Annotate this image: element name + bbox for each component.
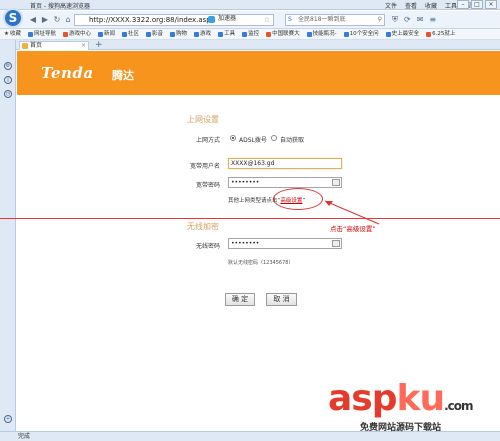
browser-logo[interactable]: S: [3, 8, 23, 28]
menu-favorites[interactable]: 收藏: [425, 1, 437, 10]
radio-adsl[interactable]: [230, 135, 236, 141]
tenda-logo-cn: 腾达: [112, 69, 134, 82]
page-icon: [22, 43, 28, 49]
watermark-logo: aspku.com: [328, 378, 474, 419]
internet-section-title: 上网设置: [187, 115, 219, 124]
search-input[interactable]: S 全民818一瞬到底 ⚲: [285, 14, 385, 26]
username-field[interactable]: XXXX@163.gd: [228, 158, 342, 169]
wireless-password-field[interactable]: ••••••••: [228, 238, 342, 249]
title-bar: 首页 - 搜狗高速浏览器 文件 查看 收藏 工具 帮助 – □ ×: [0, 0, 500, 10]
annotation-text: 点击“高级设置”: [330, 225, 376, 233]
sidebar-clock-icon[interactable]: ◷: [4, 90, 12, 98]
star-icon: ★: [4, 30, 9, 37]
mode-label: 上网方式: [195, 137, 220, 144]
arrow-line: [324, 200, 380, 225]
url-input[interactable]: http://XXXX.3322.org:88/index.asp ☆: [74, 14, 274, 26]
wireless-section-title: 无线加密: [187, 222, 219, 231]
radio-auto-label: 自动获取: [280, 137, 305, 144]
favorites-bar: ★ 收藏 网址导航 游戏中心 新闻 社区 影音 购物 游戏 工具 监控 中国联赛大…: [0, 29, 500, 40]
watermark-subtitle: 免费网站源码下载站: [360, 423, 442, 433]
status-text: 完成: [18, 433, 31, 440]
tenda-header: Tenda 腾达: [17, 51, 500, 95]
close-tab-icon[interactable]: ×: [81, 42, 86, 50]
back-icon[interactable]: ◀: [28, 15, 38, 25]
favorite-item[interactable]: 游戏: [194, 29, 211, 39]
favorite-item[interactable]: 6.25就上: [426, 29, 455, 39]
close-button[interactable]: ×: [485, 0, 497, 9]
url-text: http://XXXX.3322.org:88/index.asp: [89, 16, 211, 24]
wireless-pass-label: 无线密码: [195, 243, 220, 250]
favorite-item[interactable]: 监控: [242, 29, 259, 39]
tab-label: 首页: [30, 42, 43, 49]
new-tab-button[interactable]: +: [95, 40, 103, 50]
keyboard-icon[interactable]: [332, 179, 340, 186]
window-controls: – □ ×: [457, 0, 497, 9]
ok-button[interactable]: 确 定: [225, 293, 255, 306]
window-title: 首页 - 搜狗高速浏览器: [30, 3, 90, 10]
search-placeholder: 全民818一瞬到底: [298, 16, 346, 23]
keyboard-icon[interactable]: [332, 240, 340, 247]
sync-icon[interactable]: ⟳: [404, 15, 411, 25]
tab-bar: 首页 × +: [16, 40, 500, 50]
username-value: XXXX@163.gd: [231, 160, 275, 167]
favorite-item[interactable]: 工具: [218, 29, 235, 39]
accelerator-button[interactable]: 加速器: [208, 14, 236, 24]
favorite-item[interactable]: 10个安全问: [343, 29, 379, 39]
favorite-item[interactable]: 游戏中心: [62, 29, 91, 39]
favorite-item[interactable]: 购物: [170, 29, 187, 39]
favorite-item[interactable]: 技能瓶况-: [306, 29, 337, 39]
sidebar-add-icon[interactable]: +: [4, 415, 12, 423]
sogou-search-icon: S: [288, 16, 292, 23]
browser-sidebar: ⚙ ▯ ◷ +: [0, 40, 16, 432]
search-icon[interactable]: ⚲: [378, 15, 382, 25]
tab-home[interactable]: 首页 ×: [19, 41, 89, 50]
cancel-button[interactable]: 取 消: [266, 293, 297, 306]
user-label: 宽带用户名: [189, 163, 220, 170]
sidebar-gear-icon[interactable]: ⚙: [4, 62, 12, 70]
home-icon[interactable]: ⌂: [63, 15, 73, 25]
radio-auto[interactable]: [271, 135, 277, 141]
tenda-logo: Tenda: [41, 64, 94, 82]
toolbar-icons: ⛨ ⟳ ✉ ≡: [392, 15, 436, 25]
password-field[interactable]: ••••••••: [228, 177, 342, 188]
default-password-note: 默认无线密码（12345678）: [228, 260, 294, 266]
wireless-password-value: ••••••••: [231, 240, 260, 247]
sidebar-phone-icon[interactable]: ▯: [4, 76, 12, 84]
maximize-button[interactable]: □: [471, 0, 483, 9]
favorite-item[interactable]: 社区: [122, 29, 139, 39]
favorite-item[interactable]: 中国联赛大: [266, 29, 300, 39]
favorite-item[interactable]: 新闻: [97, 29, 115, 39]
favorite-item[interactable]: 网址导航: [27, 29, 56, 39]
password-label: 宽带密码: [195, 182, 220, 189]
menu-tools[interactable]: 工具: [445, 1, 457, 10]
favorite-item[interactable]: 史上最安全: [385, 29, 419, 39]
menu-file[interactable]: 文件: [385, 1, 397, 10]
radio-adsl-label: ADSL拨号: [239, 137, 267, 144]
bookmark-star-icon[interactable]: ☆: [264, 15, 270, 25]
password-value: ••••••••: [231, 179, 260, 186]
highlight-oval: [273, 188, 323, 210]
router-page: Tenda 腾达 上网设置 上网方式 ADSL拨号 自动获取 宽带用户名 XXX…: [17, 51, 500, 431]
mail-icon[interactable]: ✉: [417, 15, 424, 25]
shield-icon[interactable]: ⛨: [392, 15, 398, 25]
menu-icon[interactable]: ≡: [429, 15, 436, 25]
annotation-red-line: [0, 218, 500, 219]
minimize-button[interactable]: –: [457, 0, 469, 9]
menu-view[interactable]: 查看: [405, 1, 417, 10]
forward-icon[interactable]: ▶: [40, 15, 50, 25]
favorite-item[interactable]: 影音: [146, 29, 163, 39]
favorites-menu[interactable]: ★ 收藏: [4, 29, 21, 39]
address-bar-row: ◀ ▶ ↻ ⌂ http://XXXX.3322.org:88/index.as…: [0, 11, 500, 29]
refresh-icon[interactable]: ↻: [52, 15, 62, 25]
